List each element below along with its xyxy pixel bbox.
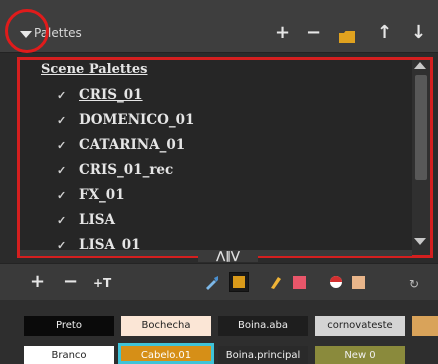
palette-item-label: CRIS_01	[79, 87, 143, 103]
palette-item-label: FX_01	[79, 187, 125, 203]
import-palette-button[interactable]	[339, 28, 355, 47]
color-swatch[interactable]: Preto	[24, 316, 114, 336]
eyedropper-icon	[206, 276, 218, 290]
color-swatch[interactable]: New 0	[315, 346, 405, 364]
tint-button[interactable]	[328, 274, 344, 293]
palette-item-label: LISA_01	[79, 237, 141, 250]
palette-item-catarina-01[interactable]: ✓ CATARINA_01	[57, 137, 185, 153]
palette-item-fx-01[interactable]: ✓ FX_01	[57, 187, 125, 203]
check-icon: ✓	[57, 189, 67, 202]
color-swatch[interactable]: Bochecha	[121, 316, 211, 336]
color-swatch[interactable]: Boina.principal	[218, 346, 308, 364]
move-up-button[interactable]: ↑	[377, 24, 392, 42]
remove-palette-button[interactable]: −	[306, 24, 321, 42]
palette-item-lisa[interactable]: ✓ LISA	[57, 212, 115, 228]
add-texture-button[interactable]: +T	[93, 276, 111, 290]
check-icon: ✓	[57, 164, 67, 177]
remove-color-button[interactable]: −	[63, 273, 78, 291]
pencil-color-swatch[interactable]	[293, 276, 306, 289]
check-icon: ✓	[57, 114, 67, 127]
current-color-well[interactable]	[229, 272, 249, 292]
color-swatch-selected[interactable]: Cabelo.01	[118, 343, 214, 364]
check-icon: ✓	[57, 239, 67, 250]
pencil-icon	[271, 277, 281, 289]
palette-item-lisa-01[interactable]: ✓ LISA_01	[57, 237, 141, 250]
folder-icon	[339, 31, 355, 43]
current-color-swatch	[233, 276, 245, 288]
pencil-color-button[interactable]	[269, 274, 283, 293]
color-swatch[interactable]: Boina.aba	[218, 316, 308, 336]
palette-item-label: DOMENICO_01	[79, 112, 195, 128]
color-swatch[interactable]	[412, 316, 438, 336]
highlight-circle	[5, 9, 49, 53]
refresh-icon[interactable]: ↻	[409, 277, 419, 291]
color-swatch[interactable]: cornovateste	[315, 316, 405, 336]
check-icon: ✓	[57, 139, 67, 152]
palette-item-label: CRIS_01_rec	[79, 162, 174, 178]
splitter-collapse-icon[interactable]: ⋀‖⋁	[198, 250, 258, 262]
palette-item-cris-01-rec[interactable]: ✓ CRIS_01_rec	[57, 162, 173, 178]
check-icon: ✓	[57, 214, 67, 227]
move-down-button[interactable]: ↓	[411, 24, 426, 42]
tint-color-swatch[interactable]	[352, 276, 365, 289]
tint-icon	[330, 276, 342, 288]
scroll-down-arrow-icon[interactable]	[414, 238, 426, 245]
scroll-up-arrow-icon[interactable]	[414, 62, 426, 69]
dropper-button[interactable]	[204, 274, 220, 294]
check-icon: ✓	[57, 89, 67, 102]
palette-item-label: CATARINA_01	[79, 137, 186, 153]
scene-palettes-label: Scene Palettes	[41, 62, 148, 77]
palette-item-cris-01[interactable]: ✓ CRIS_01	[57, 87, 143, 103]
scrollbar-thumb[interactable]	[415, 75, 427, 180]
palette-item-domenico-01[interactable]: ✓ DOMENICO_01	[57, 112, 194, 128]
add-color-button[interactable]: +	[30, 273, 45, 291]
palette-item-label: LISA	[79, 212, 116, 228]
add-palette-button[interactable]: +	[275, 24, 290, 42]
color-swatch[interactable]: Branco	[24, 346, 114, 364]
